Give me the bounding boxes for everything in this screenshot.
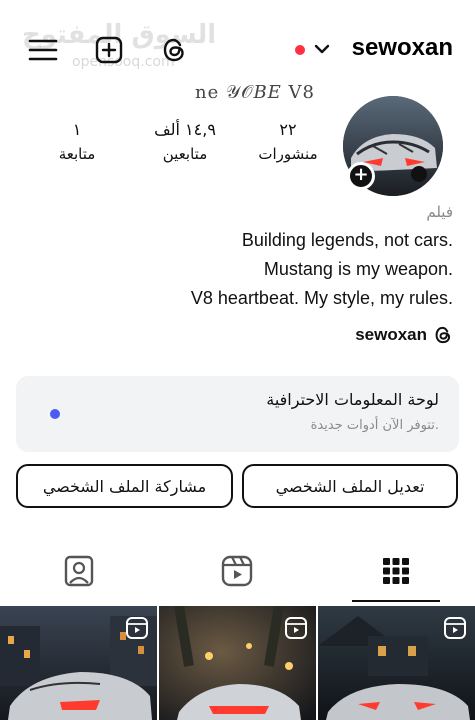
- threads-small-icon: [435, 326, 451, 344]
- following-label: متابعة: [58, 145, 96, 163]
- bio-line-2: Mustang is my weapon.: [263, 259, 453, 279]
- username[interactable]: sewoxan: [352, 34, 453, 62]
- reel-badge-icon: [444, 617, 466, 639]
- chevron-down-icon[interactable]: [311, 38, 333, 60]
- edit-profile-button[interactable]: تعديل الملف الشخصي: [242, 464, 458, 508]
- display-name: ne 𝒴𝒪𝐵𝐸 V8: [195, 82, 315, 103]
- stat-followers[interactable]: ١٤,٩ ألف متابعين: [140, 120, 230, 163]
- threads-icon[interactable]: [160, 36, 188, 64]
- dashboard-subtitle: تتوفر الآن أدوات جديدة.: [310, 418, 439, 433]
- post-thumbnail[interactable]: [318, 606, 475, 720]
- profile-category: فيلم: [426, 203, 453, 221]
- bio-line-3: V8 heartbeat. My style, my rules.: [190, 288, 453, 308]
- following-count: ١: [72, 120, 82, 139]
- grid-icon[interactable]: [378, 553, 414, 589]
- add-post-icon[interactable]: [95, 36, 123, 64]
- reel-badge-icon: [285, 617, 307, 639]
- reels-icon[interactable]: [219, 553, 255, 589]
- post-thumbnail[interactable]: [0, 606, 157, 720]
- share-profile-button[interactable]: مشاركة الملف الشخصي: [16, 464, 233, 508]
- notification-dot: [295, 45, 305, 55]
- tagged-icon[interactable]: [61, 553, 97, 589]
- active-tab-indicator: [352, 600, 440, 602]
- reel-badge-icon: [126, 617, 148, 639]
- threads-handle: sewoxan: [355, 325, 427, 344]
- threads-profile-link[interactable]: sewoxan: [355, 325, 453, 345]
- stat-following[interactable]: ١ متابعة: [42, 120, 112, 163]
- followers-label: متابعين: [162, 145, 208, 163]
- posts-label: منشورات: [258, 145, 318, 163]
- post-thumbnail[interactable]: [159, 606, 316, 720]
- menu-icon[interactable]: [28, 38, 58, 62]
- dashboard-title: لوحة المعلومات الاحترافية: [266, 390, 439, 409]
- add-story-icon[interactable]: +: [347, 162, 375, 190]
- professional-dashboard-card[interactable]: لوحة المعلومات الاحترافية تتوفر الآن أدو…: [16, 376, 459, 452]
- new-indicator-dot: [50, 409, 60, 419]
- stat-posts[interactable]: ٢٢ منشورات: [248, 120, 328, 163]
- posts-count: ٢٢: [279, 120, 297, 139]
- followers-count: ١٤,٩ ألف: [154, 120, 216, 139]
- bio-line-1: Building legends, not cars.: [241, 230, 453, 250]
